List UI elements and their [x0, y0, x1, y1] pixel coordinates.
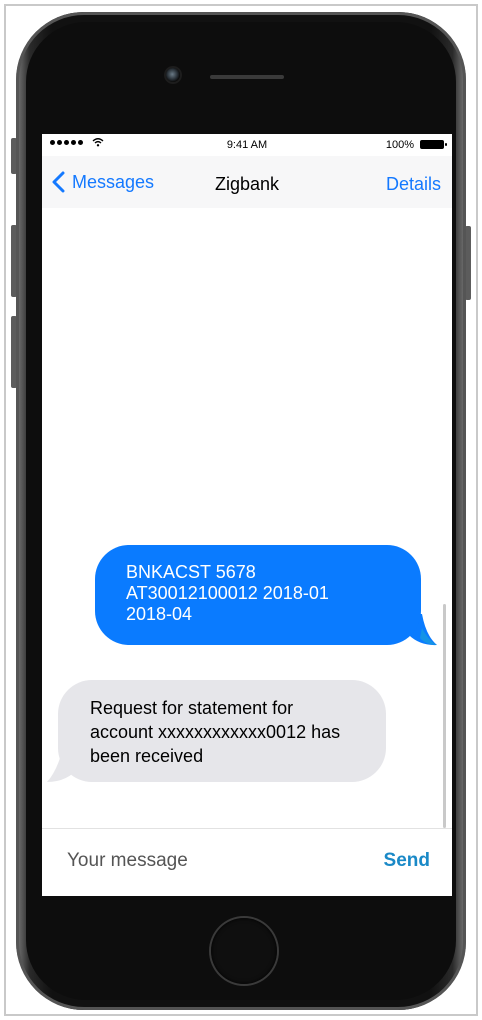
message-line: been received — [90, 746, 204, 766]
composer-divider — [42, 828, 452, 829]
scrollbar[interactable] — [443, 604, 446, 828]
details-button[interactable]: Details — [386, 174, 441, 195]
navigation-bar: Messages Zigbank Details — [42, 156, 452, 208]
message-line: AT30012100012 2018-01 — [126, 583, 329, 603]
message-line: 2018-04 — [126, 604, 193, 624]
incoming-message-bubble[interactable]: Request for statement for account xxxxxx… — [58, 680, 386, 782]
message-line: Request for statement for — [90, 698, 294, 718]
message-line: BNKACST 5678 — [126, 562, 256, 582]
status-bar: 9:41 AM 100% — [42, 134, 452, 156]
battery-icon — [420, 140, 447, 149]
battery-percent: 100% — [385, 139, 414, 151]
home-button[interactable] — [211, 918, 277, 984]
phone-screen: 9:41 AM 100% Messages Zigbank Details BN… — [42, 134, 452, 896]
earpiece-speaker — [210, 75, 284, 79]
front-camera — [166, 68, 180, 82]
outgoing-message-bubble[interactable]: BNKACST 5678 AT30012100012 2018-01 2018-… — [95, 545, 421, 645]
message-line: account xxxxxxxxxxxx0012 has — [90, 722, 341, 742]
message-input[interactable] — [67, 848, 347, 874]
send-button[interactable]: Send — [384, 850, 430, 872]
